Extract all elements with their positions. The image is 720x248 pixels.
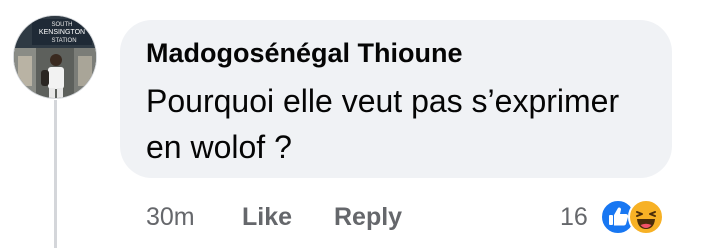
like-button[interactable]: Like (242, 203, 292, 232)
avatar[interactable]: SOUTH KENSINGTON STATION (13, 15, 97, 99)
reaction-count: 16 (560, 203, 588, 231)
comment: SOUTH KENSINGTON STATION Madogosénégal T… (0, 0, 720, 248)
avatar-photo: SOUTH KENSINGTON STATION (14, 16, 96, 98)
haha-icon (628, 199, 664, 235)
thread-line (54, 100, 57, 248)
timestamp[interactable]: 30m (146, 203, 195, 232)
author-name[interactable]: Madogosénégal Thioune (146, 38, 463, 69)
avatar-sign-line3: STATION (51, 38, 76, 44)
avatar-sign-line1: SOUTH (52, 22, 73, 28)
avatar-sign-line2: KENSINGTON (39, 29, 85, 36)
comment-text: Pourquoi elle veut pas s’exprimer en wol… (146, 83, 620, 165)
reply-button[interactable]: Reply (334, 203, 402, 232)
